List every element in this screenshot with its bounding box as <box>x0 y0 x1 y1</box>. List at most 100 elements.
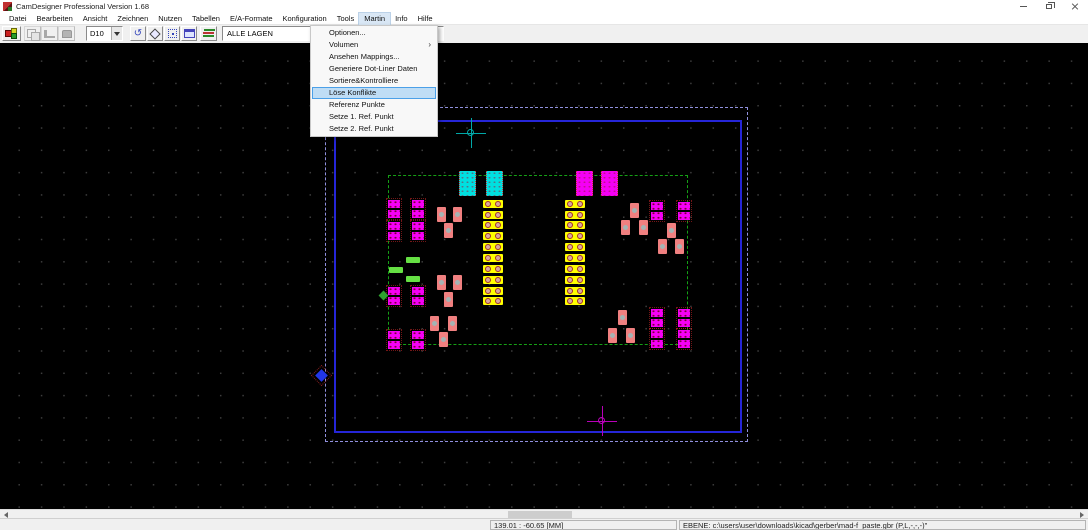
layers-button[interactable] <box>200 26 217 41</box>
menu-item-generiere-dot-liner-daten[interactable]: Generiere Dot-Liner Daten <box>312 63 436 75</box>
menu-bearbeiten[interactable]: Bearbeiten <box>32 13 78 25</box>
menu-item-optionen-[interactable]: Optionen... <box>312 27 436 39</box>
connector-pad[interactable] <box>565 265 585 273</box>
component-pad[interactable] <box>437 275 446 290</box>
component-pad[interactable] <box>448 316 457 331</box>
component-pad[interactable] <box>601 171 618 196</box>
aperture-tool-button[interactable] <box>2 26 21 41</box>
component-pad[interactable] <box>406 276 420 282</box>
connector-pad[interactable] <box>565 211 585 219</box>
zoom-fit-button[interactable] <box>164 26 180 41</box>
connector-pad[interactable] <box>565 276 585 284</box>
layer-status: EBENE: c:\users\user\downloads\kicad\ger… <box>679 520 1086 530</box>
connector-pad[interactable] <box>565 243 585 251</box>
connector-pad[interactable] <box>483 211 503 219</box>
component-pad[interactable] <box>389 267 403 273</box>
connector-pad[interactable] <box>565 297 585 305</box>
menu-item-l-se-konflikte[interactable]: Löse Konflikte <box>312 87 436 99</box>
close-button[interactable] <box>1062 0 1088 13</box>
menu-e-a-formate[interactable]: E/A-Formate <box>225 13 278 25</box>
connector-pad[interactable] <box>565 232 585 240</box>
component-pad[interactable] <box>626 328 635 343</box>
connector-pad[interactable] <box>483 297 503 305</box>
component-pad[interactable] <box>486 171 503 196</box>
component-pad-pair[interactable] <box>388 222 400 240</box>
component-pad[interactable] <box>444 292 453 307</box>
aperture-select[interactable]: D10 <box>86 26 123 41</box>
component-pad[interactable] <box>675 239 684 254</box>
component-pad-pair[interactable] <box>651 202 663 220</box>
window-view-button[interactable] <box>181 26 197 41</box>
connector-pad[interactable] <box>565 254 585 262</box>
component-pad[interactable] <box>459 171 476 196</box>
connector-pad[interactable] <box>483 276 503 284</box>
connector-pad[interactable] <box>483 287 503 295</box>
component-pad[interactable] <box>406 257 420 263</box>
scroll-right-button[interactable] <box>1077 511 1087 518</box>
connector-pad[interactable] <box>483 221 503 229</box>
connector-pad[interactable] <box>565 200 585 208</box>
select-shape-button[interactable] <box>147 26 163 41</box>
scroll-left-button[interactable] <box>1 511 11 518</box>
menu-hilfe[interactable]: Hilfe <box>413 13 438 25</box>
aperture-select-dropdown[interactable] <box>111 27 122 40</box>
aperture-icon <box>5 28 18 39</box>
component-pad-pair[interactable] <box>388 287 400 305</box>
component-pad-pair[interactable] <box>678 309 690 327</box>
scrollbar-thumb[interactable] <box>508 511 572 518</box>
connector-pad[interactable] <box>565 287 585 295</box>
connector-pad[interactable] <box>483 265 503 273</box>
menu-item-volumen[interactable]: Volumen› <box>312 39 436 51</box>
martin-menu-dropdown: Optionen...Volumen›Ansehen Mappings...Ge… <box>310 25 438 137</box>
restore-button[interactable] <box>1036 0 1062 13</box>
connector-pad[interactable] <box>483 254 503 262</box>
pcb-canvas[interactable] <box>0 43 1088 509</box>
menu-nutzen[interactable]: Nutzen <box>153 13 187 25</box>
connector-pad[interactable] <box>483 200 503 208</box>
component-pad[interactable] <box>444 223 453 238</box>
component-pad[interactable] <box>618 310 627 325</box>
component-pad[interactable] <box>658 239 667 254</box>
connector-pad[interactable] <box>483 243 503 251</box>
menu-tabellen[interactable]: Tabellen <box>187 13 225 25</box>
menu-zeichnen[interactable]: Zeichnen <box>112 13 153 25</box>
component-pad[interactable] <box>430 316 439 331</box>
component-pad-pair[interactable] <box>388 200 400 218</box>
menu-item-setze-1-ref-punkt[interactable]: Setze 1. Ref. Punkt <box>312 111 436 123</box>
component-pad-pair[interactable] <box>678 202 690 220</box>
component-pad[interactable] <box>667 223 676 238</box>
menu-item-referenz-punkte[interactable]: Referenz Punkte <box>312 99 436 111</box>
component-pad-pair[interactable] <box>651 309 663 327</box>
menu-ansicht[interactable]: Ansicht <box>78 13 113 25</box>
menu-item-setze-2-ref-punkt[interactable]: Setze 2. Ref. Punkt <box>312 123 436 135</box>
component-pad[interactable] <box>576 171 593 196</box>
rotate-tool-button[interactable]: ↺ <box>130 26 146 41</box>
component-pad[interactable] <box>437 207 446 222</box>
component-pad[interactable] <box>621 220 630 235</box>
connector-pad[interactable] <box>483 232 503 240</box>
component-pad[interactable] <box>453 207 462 222</box>
component-pad[interactable] <box>639 220 648 235</box>
minimize-button[interactable] <box>1010 0 1036 13</box>
connector-pad[interactable] <box>565 221 585 229</box>
menu-tools[interactable]: Tools <box>332 13 360 25</box>
component-pad-pair[interactable] <box>651 330 663 348</box>
component-pad[interactable] <box>630 203 639 218</box>
component-pad[interactable] <box>608 328 617 343</box>
component-pad-pair[interactable] <box>412 200 424 218</box>
menu-datei[interactable]: Datei <box>4 13 32 25</box>
component-pad[interactable] <box>453 275 462 290</box>
component-pad-pair[interactable] <box>678 330 690 348</box>
window-title: CamDesigner Professional Version 1.68 <box>16 2 149 11</box>
component-pad[interactable] <box>439 332 448 347</box>
component-pad-pair[interactable] <box>412 331 424 349</box>
menu-martin[interactable]: Martin <box>359 13 390 25</box>
menu-info[interactable]: Info <box>390 13 413 25</box>
horizontal-scrollbar[interactable] <box>0 509 1088 518</box>
component-pad-pair[interactable] <box>388 331 400 349</box>
menu-konfiguration[interactable]: Konfiguration <box>278 13 332 25</box>
menu-item-sortiere-kontrolliere[interactable]: Sortiere&Kontrolliere <box>312 75 436 87</box>
menu-item-ansehen-mappings-[interactable]: Ansehen Mappings... <box>312 51 436 63</box>
component-pad-pair[interactable] <box>412 222 424 240</box>
component-pad-pair[interactable] <box>412 287 424 305</box>
